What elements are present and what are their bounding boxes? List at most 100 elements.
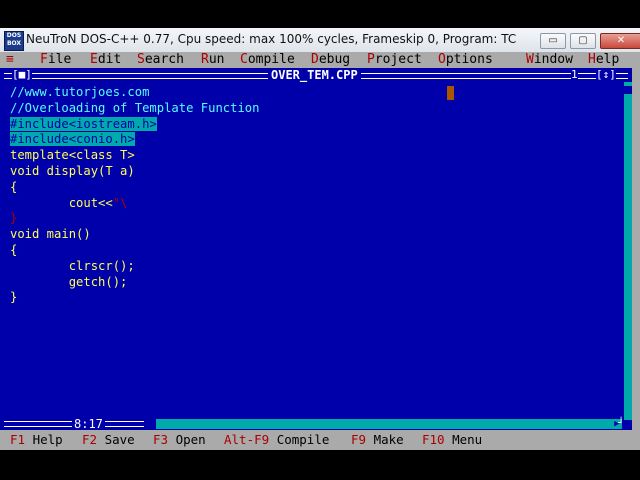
code-line[interactable]: //Overloading of Template Function [10, 101, 259, 117]
menu-label: dit [97, 52, 122, 67]
minimize-button[interactable]: ▭ [540, 33, 566, 49]
code-line-text: getch(); [10, 274, 128, 289]
status-key-label: Compile [276, 432, 330, 447]
menu-hotkey: C [240, 52, 248, 67]
code-line-text: #include<iostream.h> [10, 116, 157, 131]
status-key-shortcut: F2 [82, 432, 98, 447]
editor-window[interactable]: [■] OVER_TEM.CPP 1 [↕] //www.tutorjoes.c… [0, 68, 632, 430]
code-line[interactable]: cout<<"\ [10, 196, 259, 212]
resize-corner-icon[interactable]: ┘ [618, 418, 632, 430]
editor-file-name: OVER_TEM.CPP [268, 68, 361, 82]
menu-hotkey: D [311, 52, 319, 67]
status-key-save[interactable]: F2 Save [82, 432, 135, 448]
horizontal-scrollbar[interactable]: ▶ [146, 419, 622, 429]
menu-label: ptions [445, 52, 493, 67]
code-line[interactable]: void display(T a) [10, 164, 259, 180]
code-line[interactable]: //www.tutorjoes.com [10, 85, 259, 101]
vertical-scroll-thumb[interactable] [624, 86, 632, 94]
code-line-tail: "\ [112, 195, 128, 210]
menu-item-project[interactable]: Project [367, 52, 422, 68]
menu-item-window[interactable]: Window [526, 52, 573, 68]
menu-label: ompile [247, 52, 295, 67]
menu-item-edit[interactable]: Edit [90, 52, 121, 68]
code-line[interactable]: #include<iostream.h> [10, 116, 259, 133]
code-line-text: { [10, 179, 18, 194]
maximize-button[interactable]: ▢ [570, 33, 596, 49]
status-key-label: Menu [452, 432, 483, 447]
menu-item-help[interactable]: Help [588, 52, 619, 68]
menu-hotkey: E [90, 52, 98, 67]
window-title-bar[interactable]: DOS BOX NeuTroN DOS-C++ 0.77, Cpu speed:… [0, 28, 640, 53]
menu-item-compile[interactable]: Compile [240, 52, 295, 68]
menu-bar: ≡ File Edit Search Run Compile Debug Project Op… [0, 52, 640, 68]
status-key-label: Save [104, 432, 135, 447]
menu-item-debug[interactable]: Debug [311, 52, 350, 68]
window-title: NeuTroN DOS-C++ 0.77, Cpu speed: max 100… [26, 32, 517, 46]
status-key-make[interactable]: F9 Make [351, 432, 404, 448]
text-cursor [447, 86, 454, 100]
dosbox-app-icon[interactable]: DOS BOX [4, 31, 24, 51]
code-line[interactable]: { [10, 243, 259, 259]
code-line-text: //Overloading of Template Function [10, 100, 260, 115]
menu-item-run[interactable]: Run [201, 52, 224, 68]
code-line-text: void display(T a) [10, 163, 135, 178]
code-line-text: void main() [10, 227, 91, 242]
menu-hotkey: O [438, 52, 446, 67]
status-key-help[interactable]: F1 Help [10, 432, 63, 448]
menu-label: earch [144, 52, 184, 67]
status-key-shortcut: F10 [422, 432, 445, 447]
status-key-compile[interactable]: Alt-F9 Compile [224, 432, 329, 448]
code-line[interactable]: } [10, 290, 259, 306]
code-line[interactable]: getch(); [10, 275, 259, 291]
code-line[interactable]: #include<conio.h> [10, 132, 259, 148]
menu-hotkey: H [588, 52, 596, 67]
code-line-text: { [10, 242, 18, 257]
code-line[interactable]: } [10, 211, 259, 227]
menu-item-search[interactable]: Search [137, 52, 184, 68]
status-key-shortcut: F1 [10, 432, 26, 447]
system-menu-icon[interactable]: ≡ [6, 52, 14, 68]
code-line-tail: } [10, 211, 18, 226]
menu-label: indow [533, 52, 573, 67]
desktop-edge [632, 68, 640, 430]
code-line-text: template<class T> [10, 148, 135, 163]
code-line[interactable]: void main() [10, 227, 259, 243]
menu-label: un [208, 52, 225, 67]
horizontal-scroll-thumb[interactable] [146, 419, 156, 429]
menu-hotkey: P [367, 52, 375, 67]
status-key-label: Open [175, 432, 206, 447]
status-key-shortcut: F9 [351, 432, 367, 447]
menu-item-file[interactable]: File [40, 52, 71, 68]
status-key-shortcut: F3 [153, 432, 169, 447]
status-key-menu[interactable]: F10 Menu [422, 432, 482, 448]
menu-hotkey: S [137, 52, 145, 67]
menu-item-options[interactable]: Options [438, 52, 493, 68]
editor-zoom-box[interactable]: [↕] [596, 68, 616, 82]
code-line-text: cout<< [10, 195, 113, 210]
menu-label: ile [47, 52, 72, 67]
cursor-position: 8:17 [72, 417, 105, 431]
editor-window-number: 1 [571, 68, 578, 82]
menu-hotkey: R [201, 52, 209, 67]
status-key-label: Make [373, 432, 404, 447]
editor-close-box[interactable]: [■] [12, 68, 32, 82]
menu-hotkey: F [40, 52, 48, 67]
menu-hotkey: W [526, 52, 534, 67]
code-line-text: } [10, 290, 18, 305]
status-key-open[interactable]: F3 Open [153, 432, 206, 448]
code-line-text: #include<conio.h> [10, 132, 135, 147]
status-key-shortcut: Alt-F9 [224, 432, 270, 447]
code-line[interactable]: { [10, 180, 259, 196]
code-area[interactable]: //www.tutorjoes.com//Overloading of Temp… [10, 85, 259, 306]
editor-top-frame: [■] OVER_TEM.CPP 1 [↕] [0, 68, 632, 82]
menu-label: roject [374, 52, 422, 67]
code-line[interactable]: clrscr(); [10, 259, 259, 275]
status-bar: F1 Help F2 Save F3 Open Alt-F9 Compile F9 Ma… [0, 430, 640, 450]
code-line-text: clrscr(); [10, 258, 135, 273]
code-line[interactable]: template<class T> [10, 148, 259, 164]
close-button[interactable]: ✕ [600, 33, 640, 49]
status-key-label: Help [32, 432, 63, 447]
menu-label: elp [595, 52, 620, 67]
code-line-text: //www.tutorjoes.com [10, 85, 150, 99]
vertical-scrollbar[interactable] [624, 82, 632, 420]
